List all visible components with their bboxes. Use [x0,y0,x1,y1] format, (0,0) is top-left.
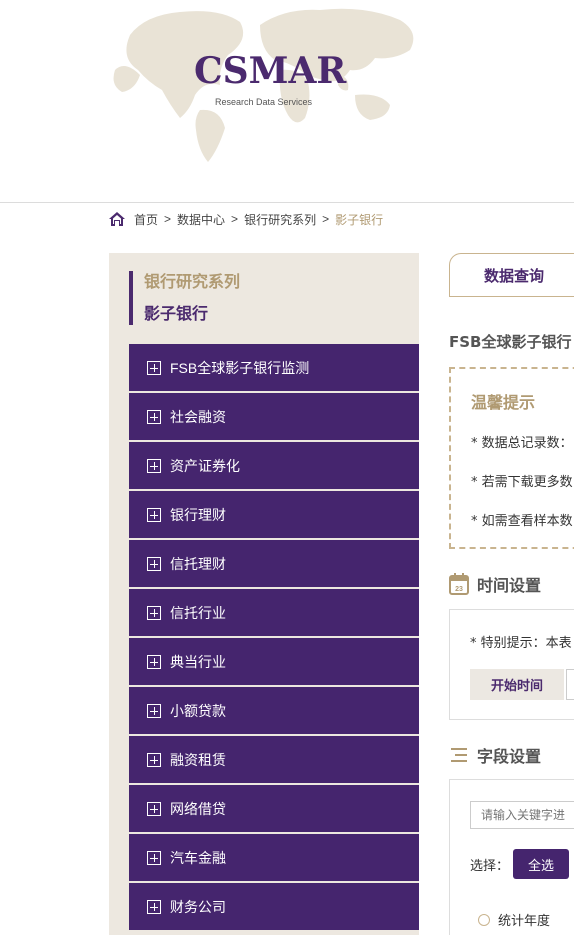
sidebar-item-auto-finance[interactable]: 汽车金融 [129,834,419,881]
radio-icon[interactable] [478,913,490,926]
sidebar-item-label: 信托理财 [170,555,226,572]
sidebar-item-securitization[interactable]: 资产证券化 [129,442,419,489]
sidebar-item-label: 信托行业 [170,604,226,621]
time-special-note: * 特别提示：本表 [470,636,572,651]
sidebar-item-label: 资产证券化 [170,457,240,474]
field-search-input[interactable] [470,801,574,829]
sidebar-item-finance-company[interactable]: 财务公司 [129,883,419,930]
sidebar-item-label: 银行理财 [170,506,226,523]
list-icon [451,748,467,762]
start-time-label: 开始时间 [470,669,564,700]
sidebar-item-label: 融资租赁 [170,751,226,768]
site-header: CSMAR Research Data Services [0,0,574,203]
select-label: 选择： [470,859,510,874]
logo-subtitle: Research Data Services [215,97,313,107]
expand-plus-icon[interactable] [147,899,161,914]
breadcrumb-current: 影子银行 [335,212,384,227]
breadcrumb-home[interactable]: 首页 [134,211,158,228]
breadcrumb-bank-research[interactable]: 银行研究系列 [244,211,316,228]
sidebar-item-label: 财务公司 [170,898,226,915]
calendar-icon: 23 [449,573,469,595]
tip-view-samples: * 如需查看样本数 [471,514,573,529]
sidebar-item-label: FSB全球影子银行监测 [170,359,310,376]
field-option-label: 统计年度 [498,914,551,929]
sidebar-title: 银行研究系列 [144,272,241,291]
field-settings-header: 字段设置 [449,743,541,767]
sidebar-item-label: 汽车金融 [170,849,226,866]
sidebar-item-trust-wealth[interactable]: 信托理财 [129,540,419,587]
sidebar-item-social-financing[interactable]: 社会融资 [129,393,419,440]
select-all-button[interactable]: 全选 [513,849,569,879]
expand-plus-icon[interactable] [147,752,161,767]
tab-data-query[interactable]: 数据查询 [449,253,574,297]
expand-plus-icon[interactable] [147,801,161,816]
time-settings-title: 时间设置 [477,576,542,595]
sidebar-item-trust-industry[interactable]: 信托行业 [129,589,419,636]
time-settings-header: 23 时间设置 [449,572,541,596]
expand-plus-icon[interactable] [147,409,161,424]
sidebar-item-p2p-lending[interactable]: 网络借贷 [129,785,419,832]
sidebar-item-pawn-industry[interactable]: 典当行业 [129,638,419,685]
page: CSMAR Research Data Services 首页 > 数据中心 >… [0,0,574,935]
sidebar-item-leasing[interactable]: 融资租赁 [129,736,419,783]
home-icon[interactable] [108,211,126,227]
tip-total-records: * 数据总记录数： [471,436,573,451]
breadcrumb-separator: > [164,212,172,226]
breadcrumb-separator: > [231,212,239,226]
field-settings-panel: 选择： 全选 统计年度 [449,779,574,935]
svg-text:23: 23 [455,586,463,593]
sidebar-item-label: 小额贷款 [170,702,226,719]
header-divider [0,202,574,203]
sidebar-item-label: 网络借贷 [170,800,226,817]
expand-plus-icon[interactable] [147,458,161,473]
sidebar-menu: FSB全球影子银行监测 社会融资 资产证券化 银行理财 信托理财 信托行业 典当… [129,344,419,932]
expand-plus-icon[interactable] [147,703,161,718]
breadcrumb: 首页 > 数据中心 > 银行研究系列 > 影子银行 [108,209,383,229]
tab-underline [449,296,574,297]
sidebar-item-label: 社会融资 [170,408,226,425]
start-time-input[interactable] [566,669,574,700]
expand-plus-icon[interactable] [147,605,161,620]
field-settings-title: 字段设置 [477,747,542,766]
sidebar-item-fsb-monitoring[interactable]: FSB全球影子银行监测 [129,344,419,391]
expand-plus-icon[interactable] [147,360,161,375]
breadcrumb-separator: > [322,212,330,226]
field-option[interactable]: 统计年度 [478,910,550,929]
tips-title: 温馨提示 [471,393,536,412]
breadcrumb-data-center[interactable]: 数据中心 [177,211,225,228]
expand-plus-icon[interactable] [147,654,161,669]
sidebar-item-microloans[interactable]: 小额贷款 [129,687,419,734]
expand-plus-icon[interactable] [147,507,161,522]
expand-plus-icon[interactable] [147,556,161,571]
sidebar-item-bank-wealth[interactable]: 银行理财 [129,491,419,538]
sidebar: 银行研究系列 影子银行 FSB全球影子银行监测 社会融资 资产证券化 银行理财 … [109,253,419,935]
sidebar-item-label: 典当行业 [170,653,226,670]
query-title: FSB全球影子银行 [449,333,572,351]
sidebar-heading: 银行研究系列 影子银行 [129,271,389,325]
time-settings-panel: * 特别提示：本表 开始时间 [449,609,574,720]
tips-box: 温馨提示 * 数据总记录数： * 若需下载更多数 * 如需查看样本数 [449,367,574,549]
sidebar-subtitle: 影子银行 [144,304,209,323]
tip-download-more: * 若需下载更多数 [471,475,573,490]
csmar-logo[interactable]: CSMAR [194,50,346,92]
expand-plus-icon[interactable] [147,850,161,865]
